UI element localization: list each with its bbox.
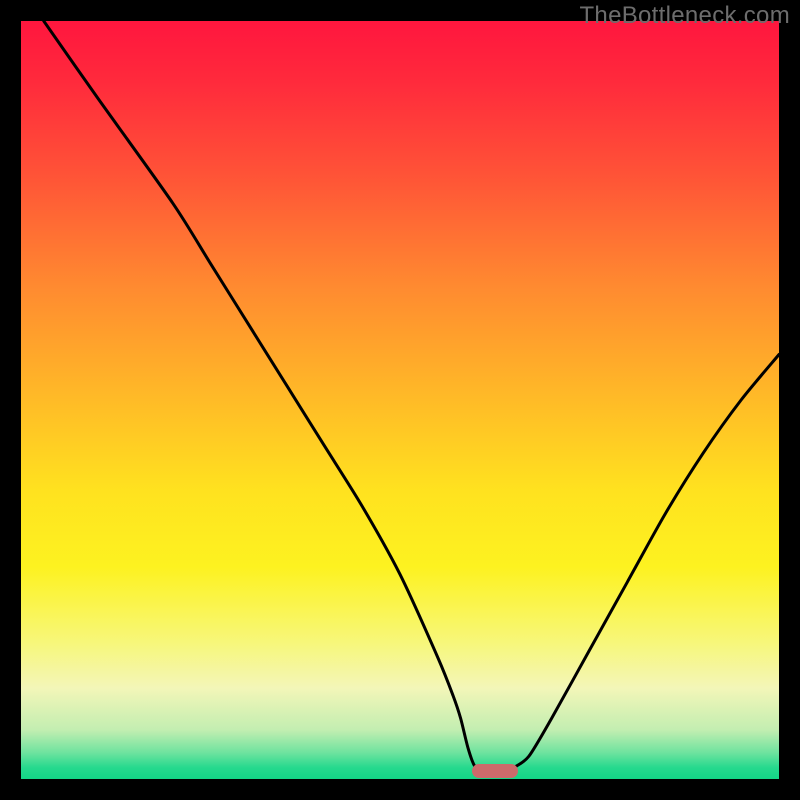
plot-area — [21, 21, 779, 779]
chart-svg — [21, 21, 779, 779]
chart-frame: TheBottleneck.com — [0, 0, 800, 800]
optimal-marker — [472, 764, 518, 778]
watermark-text: TheBottleneck.com — [579, 2, 790, 30]
gradient-background — [21, 21, 779, 779]
